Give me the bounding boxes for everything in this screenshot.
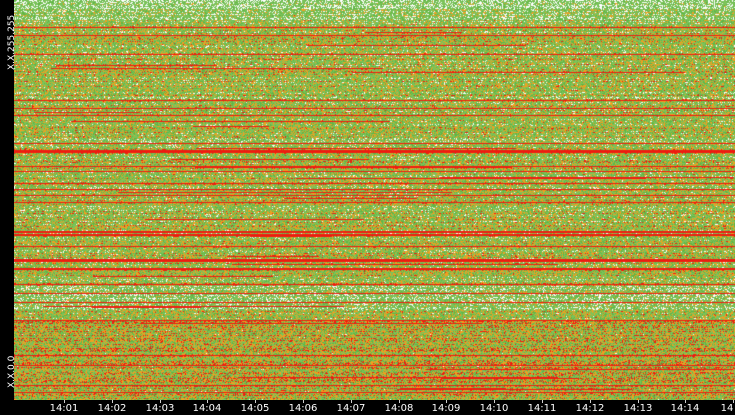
x-tick-label: 14:14 [670,403,700,414]
x-tick-label: 14:12 [575,403,605,414]
x-tick-label: 14 [720,403,734,414]
x-tick-label: 14:10 [479,403,509,414]
x-tick-label: 14:04 [192,403,222,414]
x-axis: 14:01 14:02 14:03 14:04 14:05 14:06 14:07 14:08… [14,400,735,415]
x-tick-label: 14:08 [384,403,414,414]
x-tick-label: 14:07 [336,403,366,414]
x-tick-label: 14:05 [240,403,270,414]
heatmap-plot-area[interactable] [14,0,735,400]
x-tick-label: 14:03 [145,403,175,414]
x-tick-label: 14:13 [623,403,653,414]
x-tick-label: 14:02 [97,403,127,414]
y-axis: X.X.255.255 X.X.0.0 [0,0,17,400]
heatmap-canvas[interactable] [14,0,735,400]
x-tick-label: 14:01 [49,403,79,414]
x-tick-label: 14:09 [431,403,461,414]
x-tick-label: 14:06 [288,403,318,414]
x-tick-label: 14:11 [527,403,557,414]
heatmap-viewer: X.X.255.255 X.X.0.0 14:01 14:02 14:03 14:04… [0,0,735,415]
